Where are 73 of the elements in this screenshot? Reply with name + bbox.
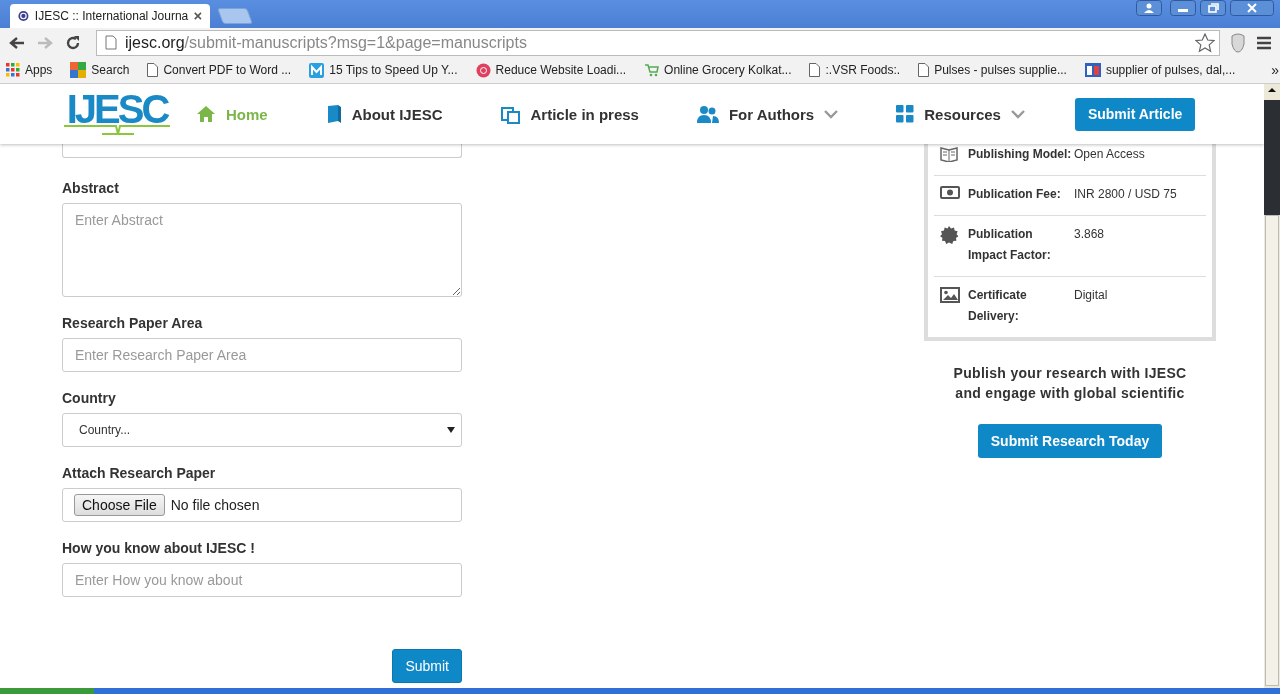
- colored-squares-icon: [70, 62, 87, 78]
- start-button[interactable]: [0, 688, 94, 694]
- bookmark[interactable]: Apps: [6, 63, 53, 77]
- circle-logo-icon: [475, 62, 491, 78]
- m-logo-icon: [309, 62, 325, 78]
- table-icon: [1084, 63, 1101, 77]
- info-label: Certificate Delivery:: [968, 287, 1028, 325]
- submit-article-button[interactable]: Submit Article: [1074, 97, 1196, 131]
- star-icon[interactable]: [1195, 32, 1215, 53]
- info-value: 3.868: [1074, 226, 1106, 243]
- input-field[interactable]: [62, 144, 462, 158]
- bookmark[interactable]: :.VSR Foods:.: [809, 63, 901, 77]
- tiles-icon: [896, 105, 915, 123]
- site-logo[interactable]: IJESC: [62, 88, 172, 140]
- image-icon: [940, 287, 960, 303]
- info-value: Open Access: [1074, 146, 1146, 163]
- page-icon: [809, 63, 821, 77]
- bookmark[interactable]: Online Grocery Kolkat...: [644, 63, 792, 77]
- globe-icon: [18, 9, 29, 23]
- close-icon[interactable]: [194, 11, 202, 21]
- user-icon[interactable]: [1136, 0, 1162, 16]
- promo-text: Publish your research with IJESC and engage with global scientific: [952, 364, 1188, 403]
- reload-icon[interactable]: [64, 33, 82, 52]
- info-label: Publishing Model:: [968, 146, 1073, 163]
- nav-link[interactable]: Article in press: [500, 104, 639, 124]
- choose-file-button[interactable]: Choose File: [74, 494, 165, 516]
- submit-research-button[interactable]: Submit Research Today: [977, 424, 1163, 458]
- bookmark[interactable]: 15 Tips to Speed Up Y...: [309, 62, 458, 78]
- seal-icon: [940, 226, 958, 244]
- input-field[interactable]: Enter How you know about: [62, 563, 462, 597]
- close-icon[interactable]: [1230, 0, 1274, 16]
- page-icon: [105, 35, 117, 50]
- nav-link[interactable]: Resources: [896, 105, 1025, 123]
- info-value: Digital: [1074, 287, 1109, 304]
- bookmark[interactable]: supplier of pulses, dal,...: [1084, 63, 1236, 77]
- field-label: Research Paper Area: [62, 315, 204, 331]
- nav-link[interactable]: About IJESC: [325, 104, 443, 124]
- scroll-thumb[interactable]: [1265, 215, 1279, 686]
- restore-icon[interactable]: [1200, 0, 1226, 16]
- submit-button[interactable]: Submit: [392, 649, 462, 683]
- input-field[interactable]: Enter Research Paper Area: [62, 338, 462, 372]
- info-label: Publication Impact Factor:: [968, 226, 1052, 264]
- minimize-icon[interactable]: [1170, 0, 1196, 16]
- bookmark[interactable]: Reduce Website Loadi...: [475, 62, 627, 78]
- page-icon: [147, 63, 159, 77]
- banknote-icon: [940, 186, 960, 199]
- dropdown-arrow-icon: [447, 427, 455, 433]
- page-icon: [918, 63, 930, 77]
- home-icon: [196, 105, 216, 123]
- field-label: Attach Research Paper: [62, 465, 217, 481]
- cart-icon: [644, 63, 660, 77]
- bookmark[interactable]: Pulses - pulses supplie...: [918, 63, 1067, 77]
- more-bookmarks-button[interactable]: »: [1271, 62, 1280, 78]
- nav-link[interactable]: For Authors: [696, 105, 839, 123]
- field-label: Abstract: [62, 180, 120, 196]
- browser-tab[interactable]: IJESC :: International Journa: [10, 4, 210, 28]
- menu-icon[interactable]: [1256, 35, 1272, 50]
- country-select[interactable]: Country...: [62, 413, 462, 447]
- field-label: Country: [62, 390, 117, 406]
- back-icon[interactable]: [8, 34, 26, 51]
- info-label: Publication Fee:: [968, 186, 1062, 203]
- info-value: INR 2800 / USD 75: [1074, 186, 1178, 203]
- apps-grid-icon: [6, 63, 20, 77]
- file-status: No file chosen: [170, 497, 260, 513]
- address-bar[interactable]: ijesc.org/submit-manuscripts?msg=1&page=manuscripts: [96, 29, 1220, 56]
- users-icon: [696, 105, 719, 123]
- bookmark[interactable]: Convert PDF to Word ...: [147, 63, 292, 77]
- bookmark[interactable]: Search: [70, 62, 130, 78]
- open-book-icon: [940, 146, 958, 162]
- text-area[interactable]: Enter Abstract: [62, 203, 462, 297]
- copy-icon: [500, 104, 521, 124]
- field-label: How you know about IJESC !: [62, 540, 256, 556]
- book-icon: [325, 104, 342, 124]
